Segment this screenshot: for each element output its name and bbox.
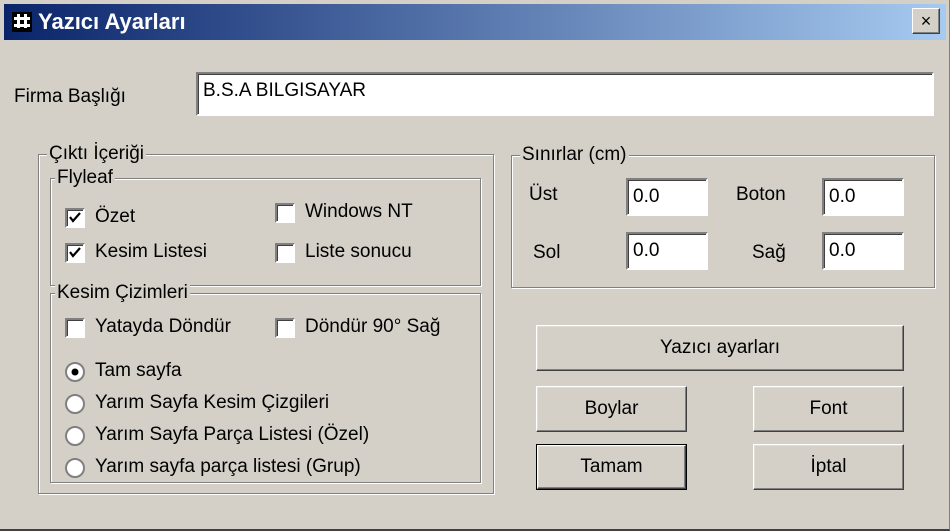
radio-icon <box>65 394 85 414</box>
radio-half-page-parts-group-label: Yarım sayfa parça listesi (Grup) <box>95 456 361 477</box>
margin-bottom-label: Boton <box>736 184 786 205</box>
company-title-input[interactable]: B.S.A BILGISAYAR <box>196 72 934 116</box>
app-icon <box>12 12 32 32</box>
cut-list-checkbox-box[interactable] <box>65 243 85 263</box>
cut-drawings-title: Kesim Çizimleri <box>55 282 190 304</box>
output-content-title: Çıktı İçeriği <box>47 143 147 165</box>
rotate-horizontal-checkbox-box[interactable] <box>65 318 85 338</box>
margin-right-label: Sağ <box>752 242 786 263</box>
company-title-label: Firma Başlığı <box>14 86 126 107</box>
check-icon <box>69 212 81 223</box>
flyleaf-title: Flyleaf <box>55 167 115 189</box>
margin-left-label: Sol <box>533 242 561 263</box>
close-button[interactable]: × <box>912 8 940 34</box>
printer-settings-dialog: Yazıcı Ayarları × Firma Başlığı B.S.A BI… <box>0 0 950 531</box>
margin-bottom-input[interactable]: 0.0 <box>822 178 904 216</box>
margin-top-label: Üst <box>529 184 558 205</box>
list-result-checkbox-label: Liste sonucu <box>305 241 412 262</box>
ok-button[interactable]: Tamam <box>536 444 687 490</box>
rotate-90-right-checkbox-box[interactable] <box>275 318 295 338</box>
printer-settings-button[interactable]: Yazıcı ayarları <box>536 325 904 371</box>
list-result-checkbox-box[interactable] <box>275 243 295 263</box>
rotate-horizontal-label: Yatayda Döndür <box>95 316 231 337</box>
output-content-group: Çıktı İçeriği Flyleaf Özet Kesim Listesi… <box>38 143 494 494</box>
window-title: Yazıcı Ayarları <box>38 9 186 34</box>
cancel-button[interactable]: İptal <box>753 444 904 490</box>
windows-nt-checkbox-label: Windows NT <box>305 201 413 222</box>
summary-checkbox-box[interactable] <box>65 208 85 228</box>
radio-selected-icon <box>65 362 85 382</box>
radio-full-page-label: Tam sayfa <box>95 360 182 381</box>
radio-half-page-parts-special-label: Yarım Sayfa Parça Listesi (Özel) <box>95 424 370 445</box>
windows-nt-checkbox-box[interactable] <box>275 203 295 223</box>
margins-group: Sınırlar (cm) Üst 0.0 Boton 0.0 Sol 0.0 … <box>511 144 935 288</box>
radio-icon <box>65 458 85 478</box>
radio-icon <box>65 426 85 446</box>
radio-half-page-cut-lines-label: Yarım Sayfa Kesim Çizgileri <box>95 392 330 413</box>
margin-right-input[interactable]: 0.0 <box>822 232 904 270</box>
close-icon: × <box>920 11 932 31</box>
font-button[interactable]: Font <box>753 386 904 432</box>
margins-title: Sınırlar (cm) <box>520 144 629 166</box>
rotate-90-right-label: Döndür 90° Sağ <box>305 316 441 337</box>
summary-checkbox-label: Özet <box>95 206 136 227</box>
title-bar[interactable]: Yazıcı Ayarları × <box>4 4 946 40</box>
check-icon <box>69 247 81 258</box>
flyleaf-group: Flyleaf Özet Kesim Listesi Windows NT Li… <box>50 167 481 286</box>
margin-left-input[interactable]: 0.0 <box>626 232 708 270</box>
sizes-button[interactable]: Boylar <box>536 386 687 432</box>
cut-drawings-group: Kesim Çizimleri Yatayda Döndür Döndür 90… <box>50 282 481 483</box>
cut-list-checkbox-label: Kesim Listesi <box>95 241 207 262</box>
margin-top-input[interactable]: 0.0 <box>626 178 708 216</box>
